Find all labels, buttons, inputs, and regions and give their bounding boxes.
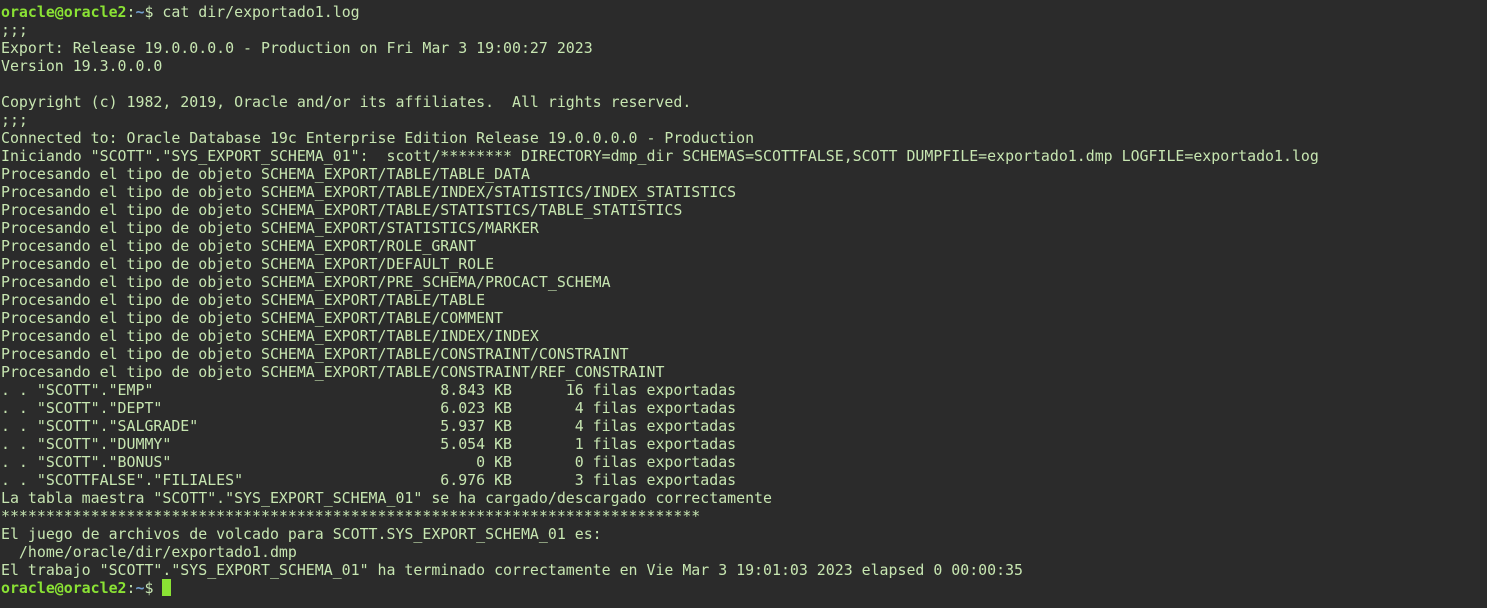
- output-line: Export: Release 19.0.0.0.0 - Production …: [1, 39, 593, 57]
- output-line: El trabajo "SCOTT"."SYS_EXPORT_SCHEMA_01…: [1, 561, 1024, 579]
- output-line: Procesando el tipo de objeto SCHEMA_EXPO…: [1, 237, 477, 255]
- output-line: /home/oracle/dir/exportado1.dmp: [1, 543, 297, 561]
- prompt-user-host: oracle@oracle2: [1, 579, 127, 597]
- output-line: Procesando el tipo de objeto SCHEMA_EXPO…: [1, 273, 611, 291]
- active-prompt-line[interactable]: oracle@oracle2:~$: [1, 579, 1487, 597]
- output-line: Procesando el tipo de objeto SCHEMA_EXPO…: [1, 327, 539, 345]
- prompt-user-host: oracle@oracle2: [1, 3, 127, 21]
- output-line: . . "SCOTTFALSE"."FILIALES" 6.976 KB 3 f…: [1, 471, 737, 489]
- output-line: ;;;: [1, 111, 28, 129]
- output-line: Procesando el tipo de objeto SCHEMA_EXPO…: [1, 291, 486, 309]
- terminal-window[interactable]: oracle@oracle2:~$ cat dir/exportado1.log…: [0, 0, 1487, 608]
- output-line: . . "SCOTT"."DEPT" 6.023 KB 4 filas expo…: [1, 399, 737, 417]
- output-line: ;;;: [1, 21, 28, 39]
- output-line: Copyright (c) 1982, 2019, Oracle and/or …: [1, 93, 692, 111]
- prompt-symbol: $: [144, 579, 163, 597]
- output-line: Iniciando "SCOTT"."SYS_EXPORT_SCHEMA_01"…: [1, 147, 1319, 165]
- output-line: . . "SCOTT"."BONUS" 0 KB 0 filas exporta…: [1, 453, 737, 471]
- output-line: . . "SCOTT"."EMP" 8.843 KB 16 filas expo…: [1, 381, 737, 399]
- command-output: ;;; Export: Release 19.0.0.0.0 - Producti…: [1, 21, 1487, 579]
- output-line: Version 19.3.0.0.0: [1, 57, 163, 75]
- output-line: Procesando el tipo de objeto SCHEMA_EXPO…: [1, 345, 629, 363]
- output-line: El juego de archivos de volcado para SCO…: [1, 525, 602, 543]
- text-cursor: [162, 579, 172, 596]
- output-line: Procesando el tipo de objeto SCHEMA_EXPO…: [1, 363, 665, 381]
- output-line: . . "SCOTT"."SALGRADE" 5.937 KB 4 filas …: [1, 417, 737, 435]
- output-line: Connected to: Oracle Database 19c Enterp…: [1, 129, 755, 147]
- output-line: Procesando el tipo de objeto SCHEMA_EXPO…: [1, 183, 737, 201]
- command-text: cat dir/exportado1.log: [162, 3, 360, 21]
- output-line: Procesando el tipo de objeto SCHEMA_EXPO…: [1, 255, 495, 273]
- output-line: Procesando el tipo de objeto SCHEMA_EXPO…: [1, 165, 530, 183]
- command-line: oracle@oracle2:~$ cat dir/exportado1.log: [1, 3, 1487, 21]
- output-line: La tabla maestra "SCOTT"."SYS_EXPORT_SCH…: [1, 489, 772, 507]
- prompt-symbol: $: [144, 3, 163, 21]
- output-line: ****************************************…: [1, 507, 701, 525]
- output-line: Procesando el tipo de objeto SCHEMA_EXPO…: [1, 201, 683, 219]
- output-line: Procesando el tipo de objeto SCHEMA_EXPO…: [1, 309, 504, 327]
- output-line: . . "SCOTT"."DUMMY" 5.054 KB 1 filas exp…: [1, 435, 737, 453]
- output-line: Procesando el tipo de objeto SCHEMA_EXPO…: [1, 219, 539, 237]
